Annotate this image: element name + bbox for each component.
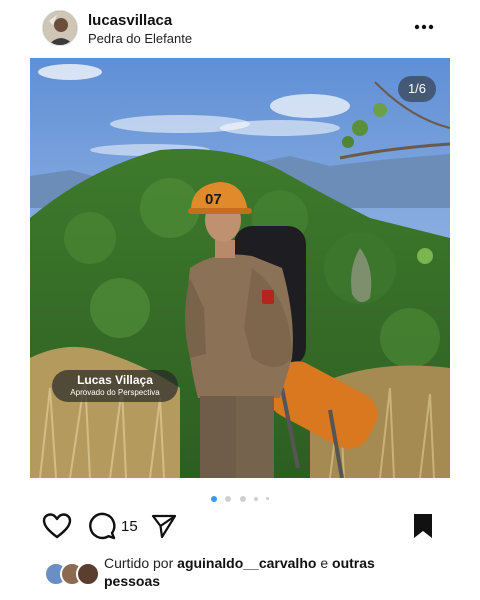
post-header: lucasvillaca Pedra do Elefante — [0, 0, 480, 58]
carousel-dot — [225, 495, 232, 502]
comment-count: 15 — [121, 518, 138, 535]
caption-subtitle: Aprovado do Perspectiva — [70, 388, 160, 397]
carousel-dot — [239, 495, 246, 502]
post-image[interactable]: 07 1/6 Lucas Villaça Aprovado do Perspec… — [30, 58, 450, 478]
carousel-indicator — [0, 490, 480, 502]
liker-avatar[interactable] — [76, 562, 100, 586]
likes-joiner: e — [316, 555, 333, 571]
likes-prefix: Curtido por — [104, 555, 178, 571]
avatar[interactable] — [42, 10, 78, 46]
location-label[interactable]: Pedra do Elefante — [88, 31, 192, 46]
helmet-number: 07 — [205, 191, 222, 208]
likes-summary: Curtido por aguinaldo__carvalho e outras… — [44, 554, 464, 596]
photo-caption-badge: Lucas Villaça Aprovado do Perspectiva — [52, 370, 178, 402]
send-icon[interactable] — [150, 512, 178, 545]
bookmark-icon[interactable] — [410, 512, 436, 545]
more-options-icon[interactable] — [410, 14, 438, 40]
caption-name: Lucas Villaça — [77, 373, 153, 387]
liker-username[interactable]: aguinaldo__carvalho — [177, 555, 316, 571]
post-actions: 15 — [0, 508, 480, 544]
image-counter-badge: 1/6 — [398, 76, 436, 102]
likes-text: Curtido por aguinaldo__carvalho e outras… — [104, 554, 424, 590]
carousel-dot — [253, 496, 258, 501]
comment-icon[interactable] — [88, 512, 116, 545]
username[interactable]: lucasvillaca — [88, 12, 172, 29]
carousel-dot — [266, 497, 270, 501]
heart-icon[interactable] — [42, 512, 72, 545]
carousel-dot-active — [210, 495, 217, 502]
